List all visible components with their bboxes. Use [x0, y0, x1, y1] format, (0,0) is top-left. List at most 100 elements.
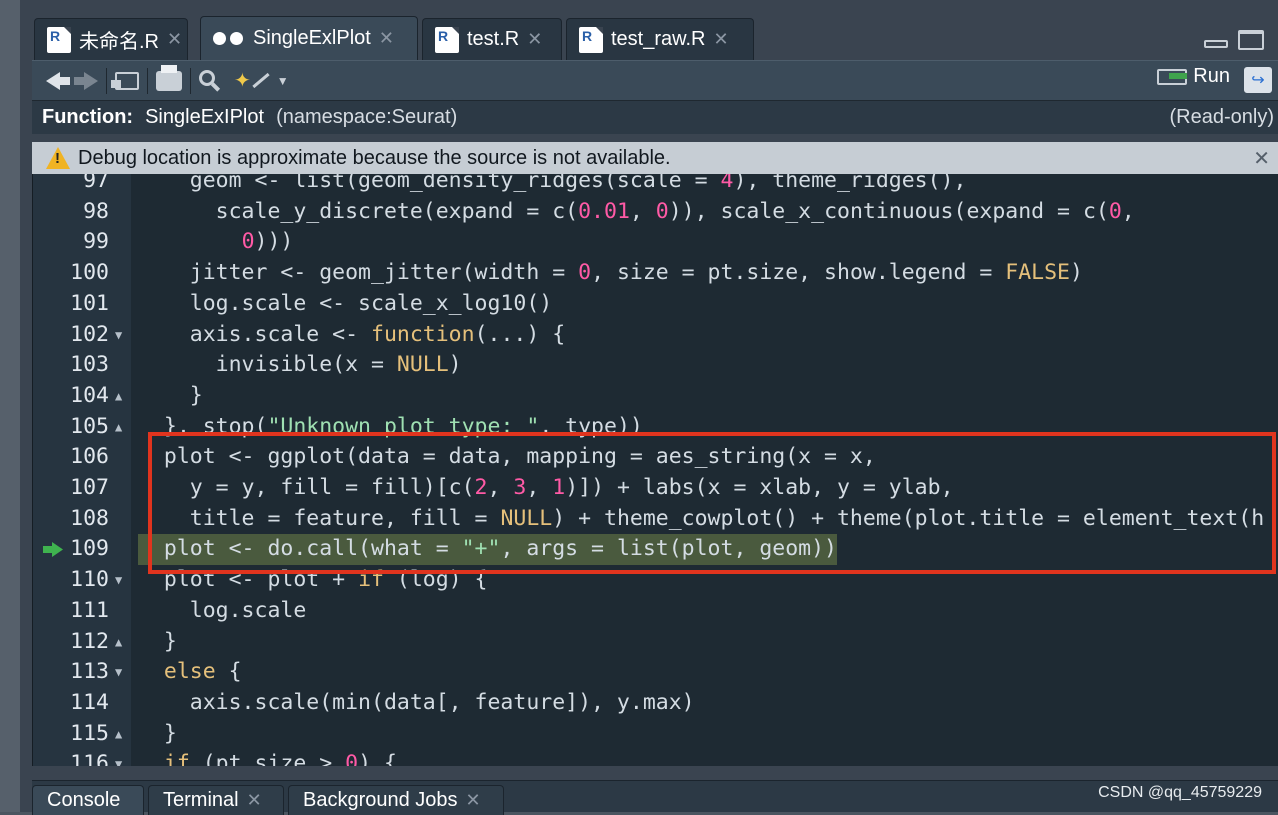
code-line[interactable]: 111 log.scale — [33, 596, 1278, 627]
line-number: 106 — [70, 444, 109, 470]
line-number: 103 — [70, 352, 109, 378]
back-arrow-icon[interactable] — [46, 65, 70, 97]
code-line[interactable]: 110 ▼ plot <- plot + if (log) { — [33, 565, 1278, 596]
code-text: log.scale <- scale_x_log10() — [138, 290, 553, 316]
close-icon[interactable]: ✕ — [167, 29, 182, 50]
tab-singleexlplot[interactable]: SingleExlPlot ✕ — [200, 16, 418, 60]
code-text: } — [138, 628, 177, 654]
fold-toggle-icon[interactable]: ▲ — [115, 719, 122, 750]
tab-label: Console — [47, 789, 121, 811]
code-line[interactable]: 113 ▼ else { — [33, 657, 1278, 688]
function-view-icon — [213, 32, 243, 45]
tab-label: test_raw.R — [611, 28, 706, 50]
line-number: 98 — [83, 198, 109, 224]
line-number: 112 — [70, 628, 109, 654]
code-line[interactable]: 104 ▲ } — [33, 381, 1278, 412]
tab-test-r[interactable]: R test.R ✕ — [422, 18, 562, 60]
code-editor[interactable]: 97 geom <- list(geom_density_ridges(scal… — [32, 174, 1278, 766]
function-label: Function: — [42, 106, 134, 128]
close-icon[interactable]: ✕ — [1253, 146, 1270, 171]
tab-console[interactable]: Console — [32, 785, 144, 815]
warning-text: Debug location is approximate because th… — [78, 146, 671, 169]
code-text: plot <- ggplot(data = data, mapping = ae… — [138, 444, 876, 470]
code-line[interactable]: 114 axis.scale(min(data[, feature]), y.m… — [33, 688, 1278, 719]
current-line-arrow-icon — [43, 542, 63, 558]
fold-toggle-icon[interactable]: ▼ — [115, 657, 122, 688]
tab-background-jobs[interactable]: Background Jobs ✕ — [288, 785, 504, 815]
code-line[interactable]: 100 jitter <- geom_jitter(width = 0, siz… — [33, 258, 1278, 289]
search-icon[interactable] — [199, 65, 221, 97]
code-text: invisible(x = NULL) — [138, 352, 462, 378]
line-number: 97 — [83, 174, 109, 193]
code-line[interactable]: 115 ▲ } — [33, 719, 1278, 750]
minimize-icon[interactable] — [1204, 40, 1228, 48]
run-button[interactable]: Run — [1157, 65, 1230, 88]
code-line[interactable]: 103 invisible(x = NULL) — [33, 350, 1278, 381]
code-text: axis.scale(min(data[, feature]), y.max) — [138, 689, 695, 715]
close-icon[interactable]: ✕ — [713, 29, 728, 50]
code-line[interactable]: 116 ▼ if (pt.size > 0) { — [33, 749, 1278, 766]
code-line[interactable]: 112 ▲ } — [33, 627, 1278, 658]
code-text: geom <- list(geom_density_ridges(scale =… — [138, 174, 967, 193]
line-number: 115 — [70, 720, 109, 746]
fold-toggle-icon[interactable]: ▼ — [115, 565, 122, 596]
toolbar-divider — [147, 67, 148, 94]
line-number: 111 — [70, 597, 109, 623]
line-number: 104 — [70, 382, 109, 408]
fold-toggle-icon[interactable]: ▲ — [115, 627, 122, 658]
fold-toggle-icon[interactable]: ▼ — [115, 320, 122, 351]
code-line[interactable]: 106 plot <- ggplot(data = data, mapping … — [33, 442, 1278, 473]
tab-label: Terminal — [163, 789, 239, 811]
tab-untitled-r[interactable]: R 未命名.R ✕ — [34, 18, 188, 60]
print-icon[interactable] — [156, 64, 182, 97]
chevron-down-icon: ▼ — [276, 73, 289, 88]
r-file-icon: R — [47, 26, 71, 53]
fold-toggle-icon[interactable]: ▲ — [115, 412, 122, 443]
watermark: CSDN @qq_45759229 — [1098, 784, 1262, 801]
close-icon[interactable]: ✕ — [466, 790, 481, 811]
maximize-icon[interactable] — [1238, 30, 1264, 50]
line-number: 102 — [70, 321, 109, 347]
line-number: 99 — [83, 229, 109, 255]
tab-label: Background Jobs — [303, 789, 458, 811]
code-text: } — [138, 720, 177, 746]
code-text: log.scale — [138, 597, 307, 623]
readonly-indicator: (Read-only) — [1169, 106, 1274, 128]
source-icon[interactable]: ↪ — [1244, 67, 1272, 93]
window-controls — [1204, 30, 1264, 50]
close-icon[interactable]: ✕ — [527, 29, 542, 50]
line-number: 107 — [70, 475, 109, 500]
toolbar-divider — [106, 67, 107, 94]
forward-arrow-icon[interactable] — [74, 65, 98, 97]
code-text: 0))) — [241, 229, 294, 255]
code-line[interactable]: 105 ▲ }, stop("Unknown plot type: ", type… — [33, 412, 1278, 443]
fold-toggle-icon[interactable]: ▼ — [115, 749, 122, 766]
close-icon[interactable]: ✕ — [247, 790, 262, 811]
tab-test-raw-r[interactable]: R test_raw.R ✕ — [566, 18, 754, 60]
code-line[interactable]: 99 0))) — [33, 227, 1278, 258]
line-number: 101 — [70, 290, 109, 316]
source-pane: R 未命名.R ✕ SingleExlPlot ✕ R test.R ✕ R t… — [20, 0, 1278, 815]
code-line[interactable]: 98 scale_y_discrete(expand = c(0.01, 0))… — [33, 197, 1278, 228]
r-file-icon: R — [579, 26, 603, 53]
code-tools-wand-icon[interactable]: ✦ ▼ — [234, 65, 289, 97]
code-line[interactable]: 109 plot <- do.call(what = "+", args = l… — [33, 534, 1278, 566]
code-text: jitter <- geom_jitter(width = 0, size = … — [138, 260, 1083, 286]
code-line[interactable]: 102 ▼ axis.scale <- function(...) { — [33, 320, 1278, 351]
code-line[interactable]: 108 title = feature, fill = NULL) + them… — [33, 504, 1278, 535]
fold-toggle-icon[interactable]: ▲ — [115, 381, 122, 412]
tab-label: test.R — [467, 28, 520, 50]
code-text: } — [138, 382, 203, 408]
run-button-label: Run — [1193, 65, 1230, 87]
function-namespace: (namespace:Seurat) — [276, 106, 458, 128]
tab-terminal[interactable]: Terminal ✕ — [148, 785, 284, 815]
run-icon — [1157, 68, 1188, 85]
code-line[interactable]: 107 y = y, fill = fill)[c(2, 3, 1)]) + l… — [33, 473, 1278, 504]
show-in-window-icon[interactable] — [111, 65, 139, 97]
warning-icon — [46, 147, 70, 169]
code-line[interactable]: 101 log.scale <- scale_x_log10() — [33, 289, 1278, 320]
code-line[interactable]: 97 geom <- list(geom_density_ridges(scal… — [33, 174, 1278, 197]
toolbar-divider — [190, 67, 191, 94]
close-icon[interactable]: ✕ — [379, 28, 394, 49]
line-number: 105 — [70, 413, 109, 439]
